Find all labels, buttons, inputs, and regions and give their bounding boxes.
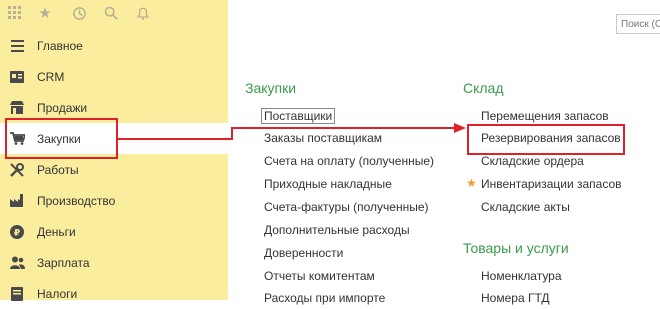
highlight-arrow	[118, 123, 466, 140]
